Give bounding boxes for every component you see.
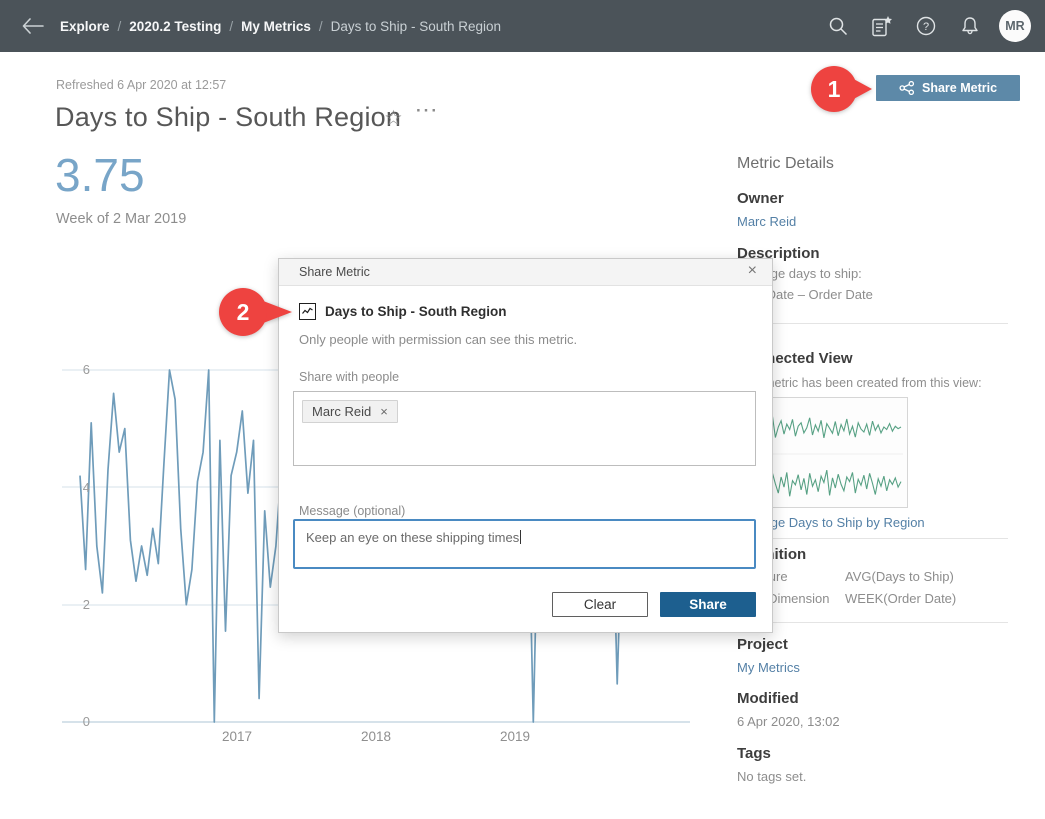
dialog-title: Share Metric — [299, 265, 370, 279]
owner-heading: Owner — [737, 190, 784, 207]
breadcrumb: Explore / 2020.2 Testing / My Metrics / … — [60, 19, 501, 34]
metric-details-panel: Metric Details Owner Marc Reid Descripti… — [737, 0, 1008, 819]
definition-row-value: WEEK(Order Date) — [845, 591, 956, 606]
section-divider — [737, 538, 1008, 539]
breadcrumb-item-subproject[interactable]: My Metrics — [241, 19, 311, 34]
breadcrumb-item-project[interactable]: 2020.2 Testing — [129, 19, 221, 34]
message-label: Message (optional) — [299, 504, 405, 518]
permission-note: Only people with permission can see this… — [299, 332, 577, 347]
connected-view-note: This metric has been created from this v… — [737, 376, 982, 390]
share-with-label: Share with people — [299, 370, 399, 384]
favorite-star-icon[interactable]: ☆ — [384, 108, 403, 129]
y-tick-2: 2 — [66, 597, 90, 612]
breadcrumb-item-explore[interactable]: Explore — [60, 19, 110, 34]
metric-chart-icon — [299, 303, 316, 320]
section-divider — [737, 323, 1008, 324]
metric-details-title: Metric Details — [737, 155, 834, 173]
recipient-chip: Marc Reid × — [302, 400, 398, 423]
callout-2-number: 2 — [237, 299, 250, 325]
close-icon[interactable]: × — [745, 262, 760, 280]
recipient-chip-name: Marc Reid — [312, 404, 371, 419]
breadcrumb-separator: / — [319, 19, 323, 34]
back-button[interactable] — [18, 11, 48, 41]
breadcrumb-separator: / — [229, 19, 233, 34]
back-arrow-icon — [22, 18, 44, 34]
share-with-input[interactable]: Marc Reid × — [293, 391, 756, 466]
section-divider — [737, 622, 1008, 623]
metric-current-value: 3.75 — [55, 148, 145, 202]
definition-row-measure: Measure AVG(Days to Ship) — [737, 569, 1008, 585]
metric-period-label: Week of 2 Mar 2019 — [56, 211, 186, 227]
modified-heading: Modified — [737, 690, 799, 707]
y-tick-0: 0 — [66, 714, 90, 729]
dialog-metric-name: Days to Ship - South Region — [325, 304, 507, 319]
x-tick-2019: 2019 — [493, 729, 537, 744]
x-tick-2018: 2018 — [354, 729, 398, 744]
project-link[interactable]: My Metrics — [737, 660, 800, 675]
y-tick-4: 4 — [66, 480, 90, 495]
more-options-icon[interactable]: ··· — [416, 101, 439, 121]
message-input[interactable]: Keep an eye on these shipping times — [293, 519, 756, 569]
breadcrumb-separator: / — [118, 19, 122, 34]
tags-value: No tags set. — [737, 769, 806, 784]
share-metric-dialog: Share Metric × Days to Ship - South Regi… — [278, 258, 773, 633]
breadcrumb-item-current: Days to Ship - South Region — [331, 19, 501, 34]
share-button[interactable]: Share — [660, 592, 756, 617]
clear-button[interactable]: Clear — [552, 592, 648, 617]
refreshed-timestamp: Refreshed 6 Apr 2020 at 12:57 — [56, 78, 226, 92]
x-tick-2017: 2017 — [215, 729, 259, 744]
dialog-metric-row: Days to Ship - South Region — [299, 303, 507, 320]
remove-recipient-icon[interactable]: × — [380, 404, 388, 419]
tags-heading: Tags — [737, 745, 771, 762]
callout-1-number: 1 — [828, 76, 841, 102]
modified-value: 6 Apr 2020, 13:02 — [737, 714, 840, 729]
callout-1: 1 — [808, 63, 878, 115]
y-tick-6: 6 — [66, 362, 90, 377]
owner-link[interactable]: Marc Reid — [737, 214, 796, 229]
definition-row-date-dimension: Date Dimension WEEK(Order Date) — [737, 591, 1008, 607]
definition-row-value: AVG(Days to Ship) — [845, 569, 954, 584]
dialog-header: Share Metric × — [279, 259, 772, 286]
callout-2: 2 — [216, 286, 296, 338]
project-heading: Project — [737, 636, 788, 653]
text-cursor — [520, 530, 521, 544]
page-title: Days to Ship - South Region — [55, 102, 401, 133]
message-value: Keep an eye on these shipping times — [306, 530, 519, 545]
